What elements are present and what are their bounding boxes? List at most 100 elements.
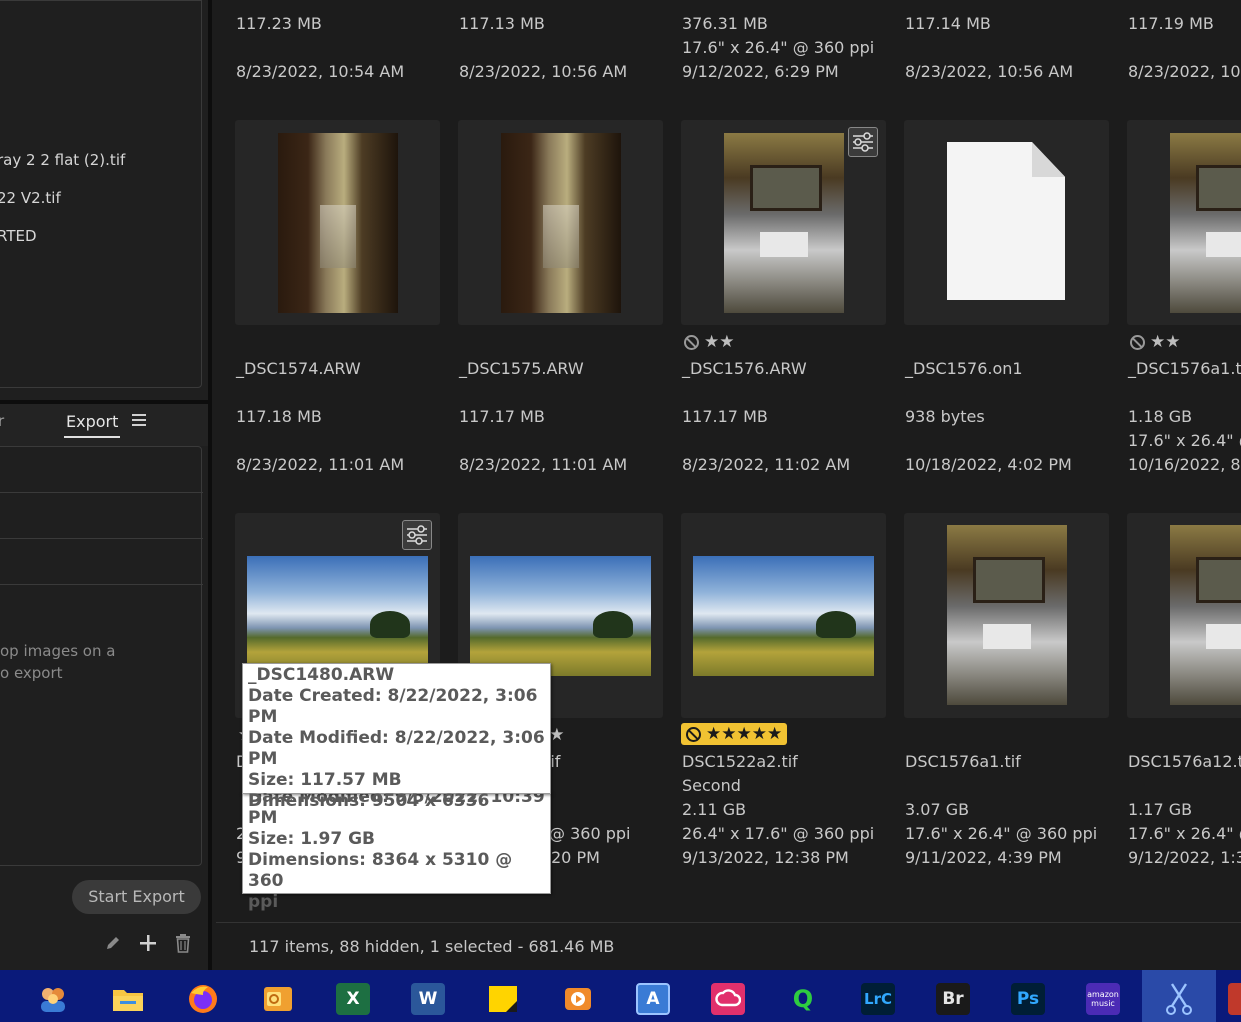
file-size: 3.07 GB xyxy=(905,800,970,819)
file-date: 8/23/2022, 11:01 AM xyxy=(459,455,628,474)
stars: ★★ xyxy=(704,332,735,352)
video-editor-icon[interactable] xyxy=(561,983,595,1015)
creative-cloud-icon[interactable] xyxy=(711,983,745,1015)
file-dimensions: @ 360 ppi xyxy=(549,824,631,843)
tooltip-line: Dimensions: 9504 x 6336 xyxy=(248,791,490,811)
thumbnail[interactable] xyxy=(681,120,886,325)
trash-icon[interactable] xyxy=(172,932,194,954)
file-explorer-icon[interactable] xyxy=(111,983,145,1015)
typing-app-icon[interactable]: A xyxy=(636,983,670,1015)
outlook-icon[interactable] xyxy=(261,983,295,1015)
file-date: 8/23/2022, 10:5 xyxy=(1128,62,1241,81)
drop-hint-line: op images on a xyxy=(0,642,116,660)
file-size: 2.11 GB xyxy=(682,800,747,819)
drop-hint: op images on a o export xyxy=(0,640,115,684)
export-row[interactable] xyxy=(0,447,203,493)
file-name: _DSC1574.ARW xyxy=(236,359,361,378)
file-dimensions: 17.6" x 26.4" @ 360 ppi xyxy=(905,824,1098,843)
reject-icon[interactable] xyxy=(684,334,699,350)
photo-field xyxy=(470,556,651,676)
tab-export[interactable]: Export xyxy=(64,412,121,438)
file-size: 117.14 MB xyxy=(905,14,991,33)
file-date: 9/12/2022, 6:29 PM xyxy=(682,62,839,81)
plus-icon[interactable] xyxy=(137,932,159,954)
excel-icon[interactable]: X xyxy=(336,983,370,1015)
file-date: 8/23/2022, 10:54 AM xyxy=(236,62,405,81)
lightroom-classic-icon[interactable]: LrC xyxy=(861,983,895,1015)
status-bar: 117 items, 88 hidden, 1 selected - 681.4… xyxy=(216,922,1241,970)
photo-field xyxy=(693,556,874,676)
snipping-tool-icon[interactable] xyxy=(1162,983,1196,1015)
file-size: 376.31 MB xyxy=(682,14,768,33)
file-size: 1.17 GB xyxy=(1128,800,1193,819)
amazon-music-icon[interactable]: amazon music xyxy=(1086,983,1120,1015)
file-name: DSC1576a1.tif xyxy=(905,752,1021,771)
export-row[interactable] xyxy=(0,539,203,585)
thumbnail[interactable] xyxy=(1127,513,1241,718)
sticky-notes-icon[interactable] xyxy=(486,983,520,1015)
app-icon-partial[interactable] xyxy=(1228,983,1241,1015)
photo-bathroom xyxy=(1170,133,1241,313)
word-icon[interactable]: W xyxy=(411,983,445,1015)
tooltip-line: Date Created: 8/22/2022, 3:06 PM xyxy=(248,686,538,727)
quicken-label: Q xyxy=(792,985,814,1013)
file-name: _DSC1576a1.tif xyxy=(1128,359,1241,378)
excel-label: X xyxy=(346,989,360,1009)
firefox-icon[interactable] xyxy=(186,983,220,1015)
tooltip-line: Size: 117.57 MB xyxy=(248,770,402,790)
hamburger-menu-icon[interactable] xyxy=(132,414,146,428)
recent-file-item[interactable]: ray 2 2 flat (2).tif xyxy=(0,151,125,169)
status-text: 117 items, 88 hidden, 1 selected - 681.4… xyxy=(249,937,615,956)
file-date: 10/18/2022, 4:02 PM xyxy=(905,455,1072,474)
people-icon[interactable] xyxy=(36,983,70,1015)
photoshop-icon[interactable]: Ps xyxy=(1011,983,1045,1015)
recent-files-list: ray 2 2 flat (2).tif 22 V2.tif RTED xyxy=(0,0,202,388)
lrc-label: LrC xyxy=(864,990,892,1008)
file-name: _DSC1575.ARW xyxy=(459,359,584,378)
file-size: 117.17 MB xyxy=(682,407,768,426)
tooltip-line: PM xyxy=(248,749,278,769)
file-name: DSC1522a2.tif xyxy=(682,752,798,771)
file-name: DSC1576a12.tif xyxy=(1128,752,1241,771)
file-subtitle: Second xyxy=(682,776,741,795)
thumbnail[interactable] xyxy=(681,513,886,718)
amazon-label: amazon xyxy=(1087,990,1119,999)
thumbnail[interactable] xyxy=(235,120,440,325)
star-rating[interactable]: ★★ xyxy=(1130,331,1180,353)
export-row[interactable] xyxy=(0,493,203,539)
photo-bathroom xyxy=(1170,525,1241,705)
adjustments-icon[interactable] xyxy=(848,127,878,157)
thumbnail[interactable] xyxy=(904,120,1109,325)
photo-hallway xyxy=(501,133,621,313)
file-date: 20 PM xyxy=(551,848,600,867)
tooltip-line: ppi xyxy=(248,892,279,912)
reject-icon[interactable] xyxy=(1130,334,1145,350)
tooltip-line: Date Modified: 8/22/2022, 3:06 xyxy=(248,728,545,748)
drop-hint-line: o export xyxy=(0,664,63,682)
thumbnail[interactable] xyxy=(1127,120,1241,325)
start-export-button[interactable]: Start Export xyxy=(72,880,201,914)
star-rating[interactable]: ★★★★★ xyxy=(681,723,788,745)
file-name: _DSC1576.on1 xyxy=(905,359,1023,378)
reject-icon[interactable] xyxy=(686,726,701,742)
thumbnail[interactable] xyxy=(904,513,1109,718)
quicken-icon[interactable]: Q xyxy=(786,983,820,1015)
file-dimensions: 26.4" x 17.6" @ 360 ppi xyxy=(682,824,875,843)
recent-file-item[interactable]: 22 V2.tif xyxy=(0,189,61,207)
file-size: 1.18 GB xyxy=(1128,407,1193,426)
file-size: 117.17 MB xyxy=(459,407,545,426)
file-date: 8/23/2022, 10:56 AM xyxy=(459,62,628,81)
photo-bathroom xyxy=(724,133,844,313)
thumbnail[interactable] xyxy=(458,120,663,325)
star-rating[interactable]: ★★ xyxy=(684,331,734,353)
file-size: 117.19 MB xyxy=(1128,14,1214,33)
file-date: 8/23/2022, 10:56 AM xyxy=(905,62,1074,81)
recent-file-item[interactable]: RTED xyxy=(0,227,37,245)
file-date: 8/23/2022, 11:02 AM xyxy=(682,455,851,474)
bridge-icon[interactable]: Br xyxy=(936,983,970,1015)
tab-previous[interactable]: r xyxy=(0,412,4,430)
file-dimensions: 17.6" x 26.4" @ 3 xyxy=(1128,824,1241,843)
pencil-icon[interactable] xyxy=(102,932,124,954)
file-size: 117.13 MB xyxy=(459,14,545,33)
adjustments-icon[interactable] xyxy=(402,520,432,550)
